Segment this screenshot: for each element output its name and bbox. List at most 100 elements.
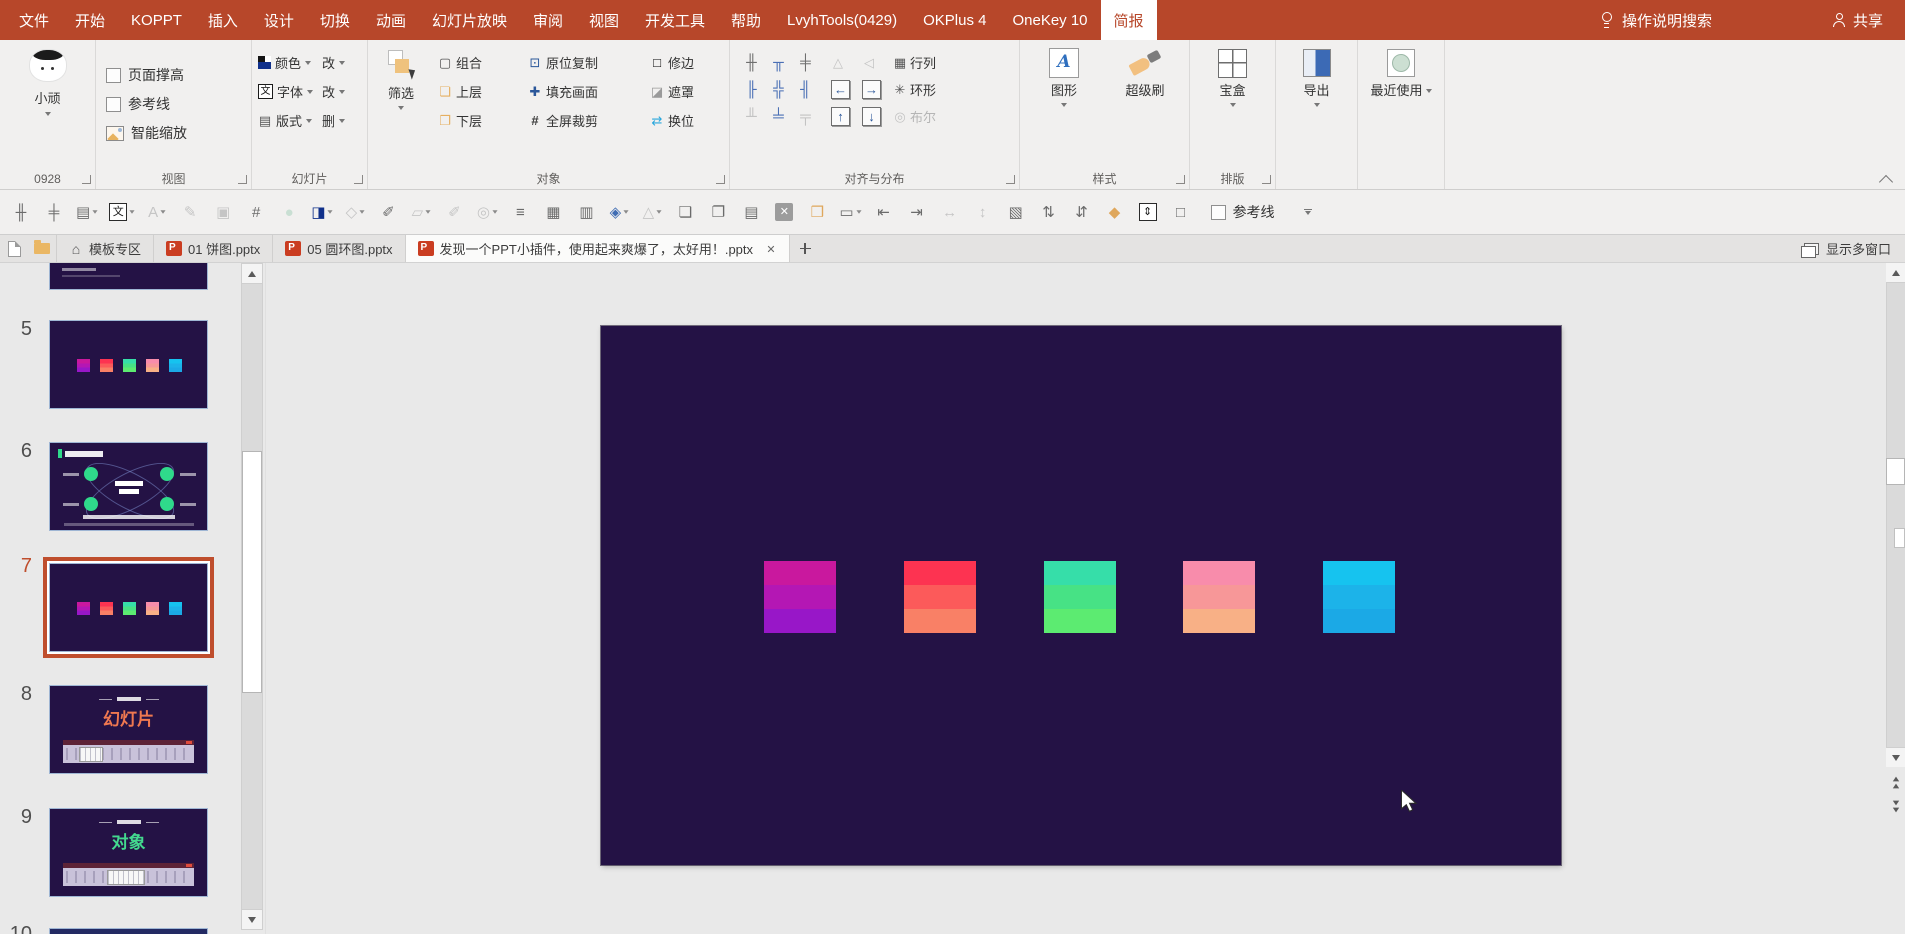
tell-me-search[interactable]: 操作说明搜索 — [1601, 10, 1712, 31]
gradient-square-cyan[interactable] — [1323, 561, 1395, 633]
slide-6-thumbnail[interactable] — [49, 442, 208, 531]
pane-splitter-handle[interactable] — [1894, 528, 1905, 548]
swap-objects-icon[interactable]: ❒ — [806, 199, 828, 225]
gradient-square-pink[interactable] — [1183, 561, 1255, 633]
fullscreen-crop-button[interactable]: # 全屏裁剪 — [528, 111, 648, 130]
outline-notes-icon[interactable]: ▤ — [740, 199, 762, 225]
menu-tab[interactable]: 动画 — [363, 0, 419, 40]
center-on-slide-icon[interactable]: ╬ — [773, 81, 784, 98]
shape-merge-icon[interactable]: ◈ — [608, 199, 630, 225]
chart-insert-icon[interactable]: ▥ — [575, 199, 597, 225]
center-horizontal-icon[interactable]: ↔ — [939, 199, 961, 225]
scrollbar-track[interactable] — [1886, 263, 1905, 766]
modify-font-button[interactable]: 改 — [322, 82, 366, 101]
fill-bucket-icon[interactable]: ◇ — [344, 199, 366, 225]
move-up-button[interactable]: ↑ — [831, 107, 862, 126]
checkbox-icon[interactable] — [1210, 204, 1226, 220]
gradient-square-green[interactable] — [1044, 561, 1116, 633]
layout-button[interactable]: ▤ 版式 — [258, 111, 322, 130]
share-button[interactable]: 共享 — [1832, 10, 1883, 31]
add-tab-button[interactable] — [790, 235, 820, 262]
menu-tab[interactable]: 开发工具 — [632, 0, 718, 40]
checkbox-icon[interactable] — [106, 96, 121, 112]
new-file-button[interactable] — [0, 235, 28, 262]
boolean-ops-icon[interactable]: ◎ — [476, 199, 498, 225]
text-style-icon[interactable]: ▤ — [76, 199, 98, 225]
avatar-button[interactable]: 小顽 — [0, 40, 95, 116]
equal-size-icon[interactable]: ⇅ — [1038, 199, 1060, 225]
fill-frame-button[interactable]: ✚ 填充画面 — [528, 82, 648, 101]
scrollbar-thumb[interactable] — [1886, 458, 1905, 485]
boolean-button[interactable]: ◎ 布尔 — [893, 107, 967, 126]
trim-edge-button[interactable]: □ 修边 — [650, 53, 724, 72]
menu-tab[interactable]: 帮助 — [718, 0, 774, 40]
slide-4-thumbnail[interactable] — [49, 263, 208, 290]
table-edit-icon[interactable]: ▦ — [542, 199, 564, 225]
align-left-icon[interactable]: ╟ — [746, 81, 757, 98]
center-vertical-icon[interactable]: ↕ — [972, 199, 994, 225]
smart-zoom-button[interactable]: 智能缩放 — [106, 121, 187, 145]
dialog-launcher-icon[interactable] — [716, 175, 725, 184]
nudge-right-icon[interactable]: ⇥ — [906, 199, 928, 225]
stretch-box-icon[interactable]: ⇕ — [1137, 199, 1159, 225]
distribute-vertical-icon[interactable]: ╤ — [800, 108, 811, 125]
distribute-horizontal-icon[interactable]: ╨ — [746, 108, 757, 125]
menu-tab[interactable]: 切换 — [307, 0, 363, 40]
slide-5-thumbnail[interactable] — [49, 320, 208, 409]
export-button[interactable]: 导出 — [1280, 47, 1354, 108]
slide-10-thumbnail[interactable] — [49, 928, 208, 934]
format-painter-icon[interactable]: ◆ — [1104, 199, 1126, 225]
move-right-button[interactable]: → — [862, 80, 893, 99]
dialog-launcher-icon[interactable] — [1176, 175, 1185, 184]
align-bottom-icon[interactable]: ╧ — [773, 108, 784, 125]
size-position-icon[interactable]: ▭ — [839, 199, 862, 225]
delete-button[interactable]: 删 — [322, 111, 366, 130]
next-slide-button[interactable] — [1886, 795, 1905, 817]
align-vcenter-icon[interactable]: ╪ — [800, 54, 811, 71]
checkbox-icon[interactable] — [106, 67, 121, 83]
bring-forward-icon[interactable]: ❏ — [674, 199, 696, 225]
nudge-left-icon[interactable]: ⇤ — [873, 199, 895, 225]
flip-vertical-button[interactable]: ◁ — [862, 55, 893, 70]
scrollbar-thumb[interactable] — [242, 451, 262, 693]
file-tab[interactable]: 01 饼图.pptx — [153, 235, 272, 262]
bring-up-button[interactable]: ❏ 上层 — [438, 82, 526, 101]
editing-canvas[interactable] — [266, 263, 1905, 934]
menu-tab[interactable]: 幻灯片放映 — [419, 0, 520, 40]
filter-button[interactable]: 筛选 — [368, 40, 434, 110]
line-eyedropper-icon[interactable]: ✐ — [443, 199, 465, 225]
toolbar-overflow-icon[interactable] — [1304, 209, 1312, 215]
file-tab[interactable]: 05 圆环图.pptx — [272, 235, 404, 262]
file-tab[interactable]: 发现一个PPT小插件，使用起来爽爆了，太好用！.pptx — [404, 235, 791, 262]
dialog-launcher-icon[interactable] — [238, 175, 247, 184]
font-tool-icon[interactable]: 文 — [109, 199, 135, 225]
gradient-square-magenta[interactable] — [764, 561, 836, 633]
menu-tab[interactable]: 文件 — [6, 0, 62, 40]
align-hcenter-icon[interactable]: ╫ — [746, 54, 757, 71]
delete-slide-icon[interactable]: ✕ — [773, 199, 795, 225]
color-button[interactable]: 颜色 — [258, 53, 322, 72]
group-button[interactable]: ▢ 组合 — [438, 53, 526, 72]
menu-tab[interactable]: OneKey 10 — [999, 0, 1100, 40]
scroll-up-button[interactable] — [1886, 263, 1905, 283]
dialog-launcher-icon[interactable] — [1006, 175, 1015, 184]
previous-slide-button[interactable] — [1886, 771, 1905, 793]
align-right-icon[interactable]: ╢ — [800, 81, 811, 98]
menu-tab[interactable]: 插入 — [195, 0, 251, 40]
slide-9-thumbnail[interactable]: 对象 — [49, 808, 208, 897]
page-height-checkbox[interactable]: 页面撑高 — [106, 63, 184, 87]
font-button[interactable]: 文 字体 — [258, 82, 322, 101]
ellipse-swatch-icon[interactable]: ● — [278, 199, 300, 225]
menu-tab[interactable]: OKPlus 4 — [910, 0, 999, 40]
swap-position-button[interactable]: ⇄ 换位 — [650, 111, 724, 130]
theme-color-swatch-icon[interactable]: ◨ — [311, 199, 333, 225]
eyedropper-icon[interactable]: ✐ — [377, 199, 399, 225]
dialog-launcher-icon[interactable] — [354, 175, 363, 184]
collapse-ribbon-icon[interactable] — [1878, 174, 1894, 190]
move-left-button[interactable]: ← — [831, 80, 862, 99]
align-top-icon[interactable]: ╥ — [773, 54, 784, 71]
menu-tab[interactable]: 视图 — [576, 0, 632, 40]
align-distribute-icon[interactable]: ╫ — [10, 199, 32, 225]
close-tab-icon[interactable] — [765, 241, 777, 256]
treasure-box-button[interactable]: 宝盒 — [1196, 47, 1270, 108]
